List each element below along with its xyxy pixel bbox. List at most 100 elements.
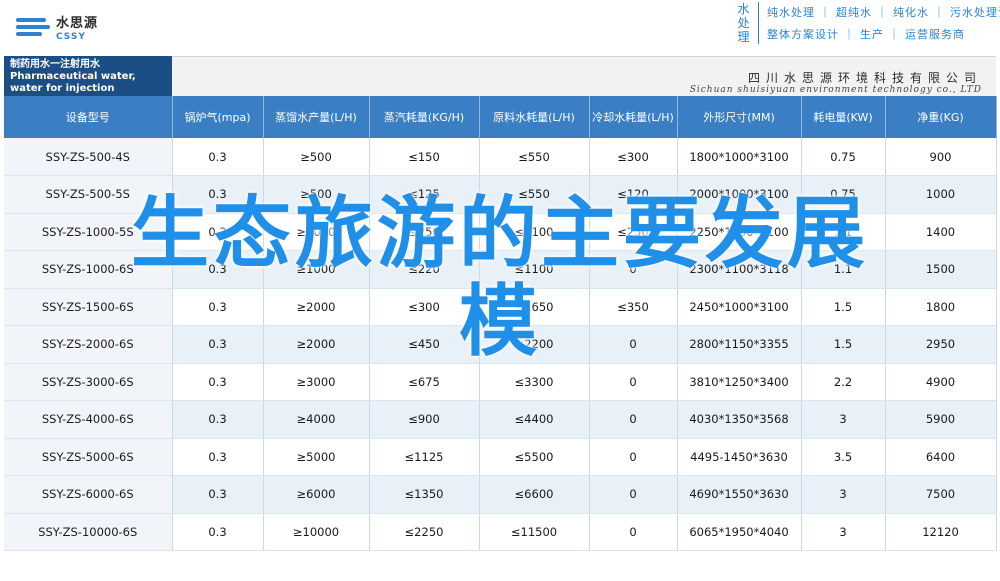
table-cell: 4495-1450*3630 xyxy=(677,438,802,476)
column-header: 冷却水耗量(L/H) xyxy=(589,96,678,138)
table-cell: ≥4000 xyxy=(263,400,370,439)
table-cell: ≤675 xyxy=(369,363,480,401)
table-cell: 0.3 xyxy=(172,250,264,289)
model-cell: SSY-ZS-1000-5S xyxy=(4,213,173,251)
table-cell: 2950 xyxy=(885,325,997,364)
table-cell: ≤250 xyxy=(589,213,678,251)
table-cell: ≤1650 xyxy=(479,288,590,326)
top-bar: 水思源 CSSY 水处理 纯水处理 ｜ 超纯水 ｜ 纯化水 ｜ 污水处理设备 整… xyxy=(0,0,1000,52)
column-header: 净重(KG) xyxy=(885,96,997,138)
table-cell: ≤3300 xyxy=(479,363,590,401)
brand-vertical-label: 水处理 xyxy=(733,2,759,44)
table-cell: 1.5 xyxy=(801,325,886,364)
table-cell: 1800*1000*3100 xyxy=(677,138,802,176)
model-cell: SSY-ZS-500-4S xyxy=(4,138,173,176)
table-cell: 0.3 xyxy=(172,288,264,326)
table-cell: 2250*1000*3100 xyxy=(677,213,802,251)
table-cell: 0.3 xyxy=(172,363,264,401)
table-cell: 6400 xyxy=(885,438,997,476)
table-cell: 0.75 xyxy=(801,138,886,176)
table-cell: ≤1125 xyxy=(369,438,480,476)
logo-name-en: CSSY xyxy=(56,31,86,42)
table-row: SSY-ZS-1000-5S 0.3 ≥1000 ≤250 ≤1100 ≤250 2250*… xyxy=(4,213,997,251)
table-row: SSY-ZS-500-4S 0.3 ≥500 ≤150 ≤550 ≤300 1800*100… xyxy=(4,138,997,176)
table-cell: 5900 xyxy=(885,400,997,439)
table-cell: 2450*1000*3100 xyxy=(677,288,802,326)
table-cell: 3 xyxy=(801,513,886,551)
table-cell: ≥1000 xyxy=(263,213,370,251)
table-cell: 0.3 xyxy=(172,175,264,214)
table-cell: ≤6600 xyxy=(479,475,590,514)
brand-tagline: 水处理 纯水处理 ｜ 超纯水 ｜ 纯化水 ｜ 污水处理设备 整体方案设计 ｜ 生… xyxy=(733,2,1000,46)
table-cell: ≤125 xyxy=(369,175,480,214)
model-cell: SSY-ZS-500-5S xyxy=(4,175,173,214)
column-header: 锅炉气(mpa) xyxy=(172,96,264,138)
table-cell: 0.3 xyxy=(172,438,264,476)
table-cell: 0 xyxy=(589,363,678,401)
table-cell: ≤1350 xyxy=(369,475,480,514)
table-cell: ≥500 xyxy=(263,175,370,214)
table-cell: 3 xyxy=(801,475,886,514)
table-cell: ≥5000 xyxy=(263,438,370,476)
table-cell: 0.3 xyxy=(172,513,264,551)
table-cell: 2800*1150*3355 xyxy=(677,325,802,364)
table-cell: 4690*1550*3630 xyxy=(677,475,802,514)
table-cell: 0.3 xyxy=(172,213,264,251)
table-cell: ≥10000 xyxy=(263,513,370,551)
table-cell: 3810*1250*3400 xyxy=(677,363,802,401)
table-cell: 7500 xyxy=(885,475,997,514)
column-header: 蒸汽耗量(KG/H) xyxy=(369,96,480,138)
table-cell: 1000 xyxy=(885,175,997,214)
table-cell: ≤550 xyxy=(479,175,590,214)
model-cell: SSY-ZS-5000-6S xyxy=(4,438,173,476)
logo-name-cn: 水思源 xyxy=(56,15,99,31)
model-cell: SSY-ZS-3000-6S xyxy=(4,363,173,401)
table-cell: 0.3 xyxy=(172,325,264,364)
column-header: 耗电量(KW) xyxy=(801,96,886,138)
table-row: SSY-ZS-4000-6S 0.3 ≥4000 ≤900 ≤4400 0 4030*135… xyxy=(4,400,997,439)
company-name-en: Sichuan shuisiyuan environment technolog… xyxy=(689,85,982,95)
table-row: SSY-ZS-3000-6S 0.3 ≥3000 ≤675 ≤3300 0 3810*125… xyxy=(4,363,997,401)
table-cell: 0 xyxy=(589,400,678,439)
table-cell: 0.3 xyxy=(172,138,264,176)
table-cell: 0.75 xyxy=(801,175,886,214)
table-cell: 2300*1100*3118 xyxy=(677,250,802,289)
table-cell: 12120 xyxy=(885,513,997,551)
table-cell: 1500 xyxy=(885,250,997,289)
table-cell: ≤550 xyxy=(479,138,590,176)
table-cell: 0 xyxy=(589,438,678,476)
table-cell: ≥6000 xyxy=(263,475,370,514)
table-cell: ≤2200 xyxy=(479,325,590,364)
table-row: SSY-ZS-500-5S 0.3 ≥500 ≤125 ≤550 ≤120 2000*100… xyxy=(4,175,997,214)
company-name-cn: 四川水思源环境科技有限公司 xyxy=(747,71,982,85)
table-cell: ≤11500 xyxy=(479,513,590,551)
table-cell: ≥1000 xyxy=(263,250,370,289)
table-cell: 1400 xyxy=(885,213,997,251)
spec-table: 设备型号 锅炉气(mpa) 蒸馏水产量(L/H) 蒸汽耗量(KG/H) 原料水耗量(L/… xyxy=(4,96,997,551)
table-cell: ≤300 xyxy=(369,288,480,326)
table-cell: ≤350 xyxy=(589,288,678,326)
company-banner: 四川水思源环境科技有限公司 Sichuan shuisiyuan environ… xyxy=(172,56,996,96)
table-header-row: 设备型号 锅炉气(mpa) 蒸馏水产量(L/H) 蒸汽耗量(KG/H) 原料水耗量(L/… xyxy=(4,96,997,138)
brand-line-2: 整体方案设计 ｜ 生产 ｜ 运营服务商 xyxy=(767,28,965,41)
table-cell: 0.3 xyxy=(172,400,264,439)
product-title: 制药用水一注射用水 Pharmaceutical water, water fo… xyxy=(4,56,172,96)
table-cell: ≤220 xyxy=(369,250,480,289)
table-cell: 900 xyxy=(885,138,997,176)
table-cell: ≥3000 xyxy=(263,363,370,401)
table-cell: ≤2250 xyxy=(369,513,480,551)
table-cell: ≤4400 xyxy=(479,400,590,439)
table-cell: ≥2000 xyxy=(263,288,370,326)
brand-line-1: 纯水处理 ｜ 超纯水 ｜ 纯化水 ｜ 污水处理设备 xyxy=(767,6,1000,19)
model-cell: SSY-ZS-10000-6S xyxy=(4,513,173,551)
model-cell: SSY-ZS-2000-6S xyxy=(4,325,173,364)
company-logo[interactable]: 水思源 CSSY xyxy=(16,16,98,42)
model-cell: SSY-ZS-6000-6S xyxy=(4,475,173,514)
logo-waves-icon xyxy=(16,16,50,42)
table-cell: ≤450 xyxy=(369,325,480,364)
table-cell: 0 xyxy=(589,325,678,364)
table-cell: 0 xyxy=(589,250,678,289)
column-header: 设备型号 xyxy=(4,96,173,138)
table-cell: ≥500 xyxy=(263,138,370,176)
table-cell: 0 xyxy=(589,475,678,514)
